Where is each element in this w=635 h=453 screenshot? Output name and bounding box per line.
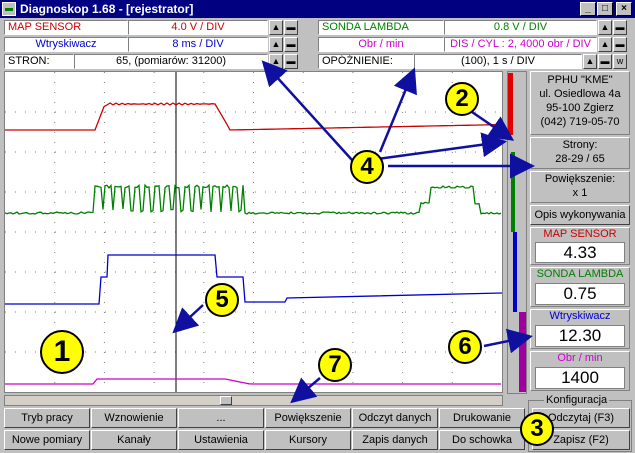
arrow-5-to-cursor <box>176 305 203 330</box>
arrow-6-to-readout <box>484 337 528 346</box>
arrow-2-to-marker <box>472 112 510 138</box>
badge-6: 6 <box>448 330 482 364</box>
arrow-4-to-marker <box>370 142 502 160</box>
arrow-7-to-scrollbar <box>294 378 320 400</box>
arrow-4-to-delay <box>380 72 413 152</box>
badge-2: 2 <box>445 82 479 116</box>
badge-7: 7 <box>318 348 352 382</box>
badge-3: 3 <box>520 412 554 446</box>
badge-4: 4 <box>350 150 384 184</box>
badge-5: 5 <box>205 283 239 317</box>
arrow-4-to-pages <box>265 64 352 160</box>
annotation-arrows <box>0 0 635 453</box>
badge-1: 1 <box>40 330 84 374</box>
